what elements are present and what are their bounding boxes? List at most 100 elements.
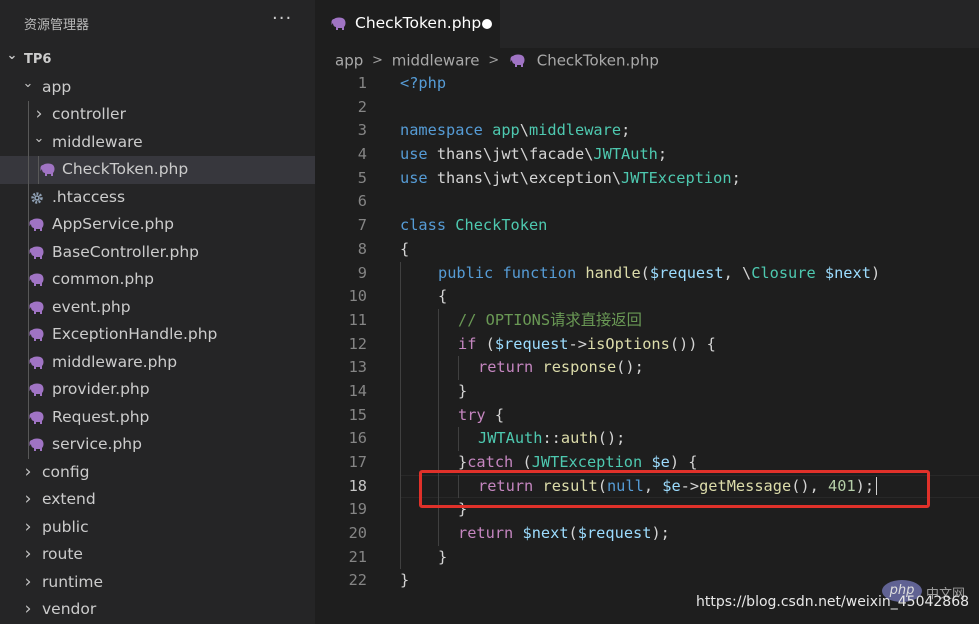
code-line[interactable]: 13 return response(); <box>315 356 979 380</box>
chevron-down-icon[interactable]: ⌄ <box>4 42 20 70</box>
chevron-down-icon[interactable]: ⌄ <box>31 125 47 153</box>
code-token: use <box>400 145 428 164</box>
chevron-right-icon[interactable]: › <box>20 459 36 487</box>
line-number: 14 <box>348 381 367 400</box>
tree-item-label: event.php <box>52 297 131 316</box>
chevron-right-icon[interactable]: › <box>20 486 36 514</box>
tree-item-runtime[interactable]: › runtime <box>0 569 315 597</box>
tree-item-label: controller <box>52 105 126 123</box>
tree-item-tp6[interactable]: ⌄ TP6 <box>0 46 315 74</box>
explorer-title: 资源管理器 <box>24 18 90 33</box>
code-line[interactable]: 8{ <box>315 238 979 262</box>
code-token: (); <box>597 429 626 448</box>
tree-item-extend[interactable]: › extend <box>0 486 315 514</box>
tree-item-event-php[interactable]: event.php <box>0 293 315 321</box>
code-token: ); <box>651 524 670 543</box>
tab-bar: CheckToken.php <box>315 0 979 48</box>
code-line[interactable]: 9 public function handle($request, \Closu… <box>315 261 979 286</box>
line-number: 1 <box>357 74 367 92</box>
code-line[interactable]: 1 <?php <box>315 72 979 96</box>
tab-checktoken[interactable]: CheckToken.php <box>315 0 500 48</box>
code-token: ( <box>640 263 650 282</box>
indent-guide <box>28 101 29 129</box>
code-token: middleware <box>528 121 622 140</box>
tree-item-label: .htaccess <box>52 187 126 206</box>
code-line[interactable]: 20 return $next($request); <box>315 522 979 546</box>
breadcrumb-item-app[interactable]: app <box>335 52 363 70</box>
tree-item-route[interactable]: › route <box>0 541 315 569</box>
line-number: 4 <box>357 145 367 164</box>
code-text: <?php <box>400 72 446 96</box>
tree-item-exceptionhandle-php[interactable]: ExceptionHandle.php <box>0 321 315 349</box>
code-line[interactable]: 4 use thans\jwt\facade\JWTAuth; <box>315 143 979 167</box>
code-line[interactable]: 14} <box>315 379 979 404</box>
tree-item-checktoken-php[interactable]: CheckToken.php <box>0 156 315 184</box>
tree-item-middleware-php[interactable]: middleware.php <box>0 348 315 376</box>
tree-item-common-php[interactable]: common.php <box>0 266 315 294</box>
code-token: ; <box>621 121 631 140</box>
code-line[interactable]: 12 if ($request->isOptions()) { <box>315 332 979 357</box>
code-token: \ <box>519 121 529 140</box>
breadcrumb-item-middleware[interactable]: middleware <box>392 52 480 70</box>
tree-item-appservice-php[interactable]: AppService.php <box>0 211 315 239</box>
code-token: try <box>458 405 486 424</box>
tree-item-service-php[interactable]: service.php <box>0 431 315 459</box>
code-line[interactable]: 2 <box>315 96 979 120</box>
chevron-right-icon[interactable]: › <box>20 596 36 624</box>
indent-guide <box>400 451 401 475</box>
code-token: if <box>458 334 477 353</box>
code-line[interactable]: 22} <box>315 569 979 593</box>
code-text: try { <box>458 404 504 428</box>
breadcrumb-item-file[interactable]: CheckToken.php <box>537 52 659 70</box>
code-token: handle <box>585 263 641 282</box>
chevron-down-icon[interactable]: ⌄ <box>20 70 36 98</box>
tree-item-provider-php[interactable]: provider.php <box>0 376 315 404</box>
code-token: { <box>438 287 448 306</box>
tree-item-app[interactable]: ⌄ app <box>0 74 315 102</box>
tree-item-label: vendor <box>42 600 97 618</box>
tree-item-label: extend <box>42 490 96 508</box>
chevron-right-icon[interactable]: › <box>20 541 36 569</box>
unsaved-dot-icon[interactable] <box>482 19 492 29</box>
tree-item-middleware[interactable]: ⌄ middleware <box>0 128 315 156</box>
code-token: isOptions <box>586 334 670 353</box>
code-line[interactable]: 5 use thans\jwt\exception\JWTException; <box>315 167 979 191</box>
indent-guide <box>400 427 401 451</box>
tree-item-basecontroller-php[interactable]: BaseController.php <box>0 238 315 266</box>
code-line[interactable]: 10 { <box>315 285 979 309</box>
tree-item-config[interactable]: › config <box>0 459 315 487</box>
indent-guide <box>400 285 401 309</box>
tree-item-label: public <box>42 517 89 536</box>
code-token: $e <box>651 453 670 471</box>
code-line[interactable]: 7 class CheckToken <box>315 214 979 238</box>
tree-item-controller[interactable]: › controller <box>0 101 315 129</box>
code-token: ()) { <box>669 334 716 353</box>
code-line[interactable]: 15 try { <box>315 403 979 428</box>
indent-guide <box>400 261 401 286</box>
indent-guide <box>38 156 39 184</box>
chevron-right-icon[interactable]: › <box>20 514 36 542</box>
more-actions-icon[interactable]: ··· <box>272 8 292 29</box>
chevron-right-icon[interactable]: › <box>20 569 36 597</box>
code-token: } <box>438 547 448 566</box>
indent-guide <box>438 427 439 451</box>
code-line[interactable]: 16 JWTAuth::auth(); <box>315 427 979 451</box>
code-line[interactable]: 3 namespace app\middleware; <box>315 119 979 143</box>
code-text: if ($request->isOptions()) { <box>458 333 716 357</box>
code-token: ) { <box>669 453 698 471</box>
code-line[interactable]: 11 // OPTIONS请求直接返回 <box>315 308 979 333</box>
line-number: 8 <box>357 239 367 258</box>
tree-item-request-php[interactable]: Request.php <box>0 403 315 431</box>
line-number: 5 <box>357 168 367 187</box>
php-file-icon <box>29 246 44 259</box>
code-line[interactable]: 21} <box>315 545 979 570</box>
line-number: 13 <box>348 358 367 377</box>
tree-item-public[interactable]: › public <box>0 514 315 542</box>
code-line[interactable]: 6 <box>315 190 979 214</box>
code-editor[interactable]: 1 <?php 2 3 namespace app\middleware; 4 use th… <box>315 72 979 593</box>
code-token: (); <box>616 358 644 377</box>
tree-item-htaccess[interactable]: .htaccess <box>0 183 315 211</box>
code-text: public function handle($request, \Closur… <box>438 262 880 286</box>
indent-guide <box>400 332 401 357</box>
tree-item-vendor[interactable]: › vendor <box>0 596 315 624</box>
